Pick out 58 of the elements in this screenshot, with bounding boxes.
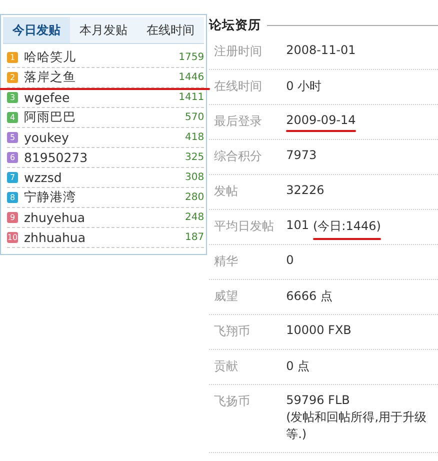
- field-note: (发帖和回帖所得,用于升级等.): [286, 409, 428, 443]
- field-label: 精华: [213, 253, 240, 270]
- rank-badge: 8: [7, 192, 18, 203]
- rank-badge: 1: [7, 52, 18, 63]
- field-value: 0: [286, 253, 294, 267]
- field-label: 最后登录: [213, 113, 264, 130]
- tab[interactable]: 在线时间: [137, 17, 204, 43]
- field-label: 飞翔币: [213, 323, 252, 340]
- user-link[interactable]: zhuyehua: [24, 210, 185, 225]
- field-value: 59796 FLB: [286, 393, 350, 407]
- field-value: 6666 点: [286, 288, 332, 305]
- field-value: 32226: [286, 183, 324, 197]
- user-link[interactable]: zhhuahua: [24, 230, 185, 245]
- field-label: 综合积分: [213, 148, 264, 165]
- section-title: 论坛资历: [209, 16, 262, 34]
- field-value: 2009-09-14: [286, 113, 356, 127]
- field-label: 发帖: [213, 183, 240, 200]
- field-value: 10000 FXB: [286, 323, 352, 337]
- post-count: 187: [184, 232, 204, 243]
- field-label: 注册时间: [213, 43, 264, 60]
- user-link[interactable]: wzzsd: [24, 170, 185, 185]
- rank-badge: 9: [7, 212, 18, 223]
- tab[interactable]: 今日发贴: [3, 17, 70, 43]
- field-label: 贡献: [213, 358, 240, 375]
- post-count: 325: [184, 152, 204, 163]
- field-label: 威望: [213, 288, 240, 305]
- post-count: 418: [184, 132, 204, 143]
- rank-badge: 5: [7, 132, 18, 143]
- user-link[interactable]: 81950273: [24, 150, 185, 165]
- user-link[interactable]: youkey: [24, 130, 185, 145]
- field-label: 飞扬币: [213, 393, 252, 410]
- post-count: 1411: [178, 92, 204, 103]
- post-count: 280: [184, 192, 204, 203]
- rank-badge: 7: [7, 172, 18, 183]
- field-label: 在线时间: [213, 78, 264, 95]
- user-link[interactable]: 落岸之鱼: [24, 69, 179, 86]
- rank-badge: 10: [7, 232, 18, 243]
- rank-badge: 2: [7, 72, 18, 83]
- post-count: 308: [184, 172, 204, 183]
- user-link[interactable]: wgefee: [24, 90, 179, 105]
- user-link[interactable]: 哈哈笑儿: [24, 49, 179, 66]
- rank-badge: 4: [7, 112, 18, 123]
- field-value: 0 点: [286, 358, 310, 375]
- field-value: 2008-11-01: [286, 43, 356, 57]
- today-count: (今日:1446): [312, 218, 381, 235]
- post-count: 570: [184, 112, 204, 123]
- field-label: 平均日发帖: [213, 218, 276, 235]
- user-link[interactable]: 宁静港湾: [24, 189, 185, 206]
- field-value: 0 小时: [286, 78, 322, 95]
- field-value: 101: [286, 218, 309, 234]
- user-link[interactable]: 阿雨巴巴: [24, 109, 185, 126]
- tab[interactable]: 本月发贴: [70, 17, 138, 43]
- rank-badge: 6: [7, 152, 18, 163]
- post-count: 248: [184, 212, 204, 223]
- field-value: 7973: [286, 148, 317, 162]
- post-count: 1759: [178, 52, 204, 63]
- post-count: 1446: [178, 72, 204, 83]
- rank-badge: 3: [7, 92, 18, 103]
